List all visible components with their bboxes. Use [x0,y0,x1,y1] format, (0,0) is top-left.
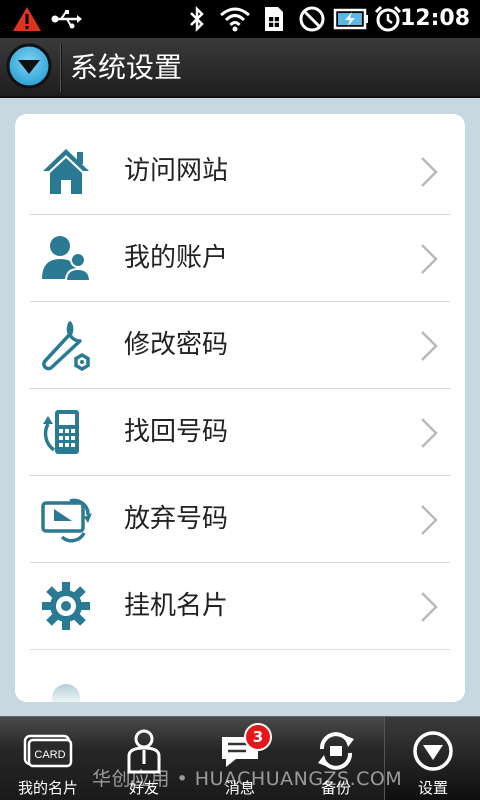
no-sim-icon [296,4,328,34]
card-icon: CARD [23,727,73,775]
tab-label: 设置 [417,779,448,797]
message-badge: 3 [244,723,272,751]
settings-menu-list: 访问网站 我的账户 修改密码 找回号码 放弃号码 挂机名片 [30,128,450,702]
menu-item-visit-website[interactable]: 访问网站 [30,128,450,215]
chevron-right-icon [418,503,440,537]
sim-icon [260,4,288,34]
menu-item-change-password[interactable]: 修改密码 [30,302,450,389]
chevron-right-icon [418,242,440,276]
backup-icon [311,727,361,775]
tab-friends[interactable]: 好友 [96,717,192,800]
friend-icon [119,727,169,775]
title-menu-button[interactable] [0,38,58,98]
status-time: 12:08 [399,6,470,31]
usb-icon [50,4,84,34]
wrench-icon [38,317,94,373]
chevron-right-icon [418,416,440,450]
phone-refresh-icon [38,404,94,460]
bottom-tab-bar: CARD 我的名片 好友 3 消息 备份 设置 [0,716,480,800]
abandon-number-icon [38,491,94,547]
bluetooth-icon [184,4,210,34]
menu-item-my-account[interactable]: 我的账户 [30,215,450,302]
title-bar: 系统设置 [0,38,480,98]
tab-label: 消息 [224,779,255,797]
title-divider [60,44,62,92]
status-bar: 12:08 [0,0,480,38]
menu-item-hangup-card[interactable]: 挂机名片 [30,563,450,650]
home-icon [38,143,94,199]
chevron-down-circle-icon [5,42,53,94]
tab-label: 备份 [320,779,351,797]
content-area: 访问网站 我的账户 修改密码 找回号码 放弃号码 挂机名片 [0,100,480,716]
settings-card: 访问网站 我的账户 修改密码 找回号码 放弃号码 挂机名片 [15,114,465,702]
warning-icon [10,4,44,34]
settings-down-icon [408,727,458,775]
tab-label: 好友 [128,779,159,797]
scroll-fade [15,642,465,702]
card-icon-text: CARD [34,749,65,761]
menu-item-abandon-number[interactable]: 放弃号码 [30,476,450,563]
chevron-right-icon [418,155,440,189]
page-title: 系统设置 [70,51,183,84]
user-account-icon [38,230,94,286]
menu-item-label: 修改密码 [124,330,229,360]
menu-item-label: 访问网站 [124,156,229,186]
menu-item-label: 挂机名片 [124,591,229,621]
tab-label: 我的名片 [17,779,78,797]
tab-my-card[interactable]: CARD 我的名片 [0,717,96,800]
alarm-icon [374,4,402,34]
chevron-right-icon [418,329,440,363]
menu-item-label: 放弃号码 [124,504,229,534]
chevron-right-icon [418,590,440,624]
gear-icon [38,578,94,634]
tab-messages[interactable]: 3 消息 [192,717,288,800]
tab-backup[interactable]: 备份 [288,717,384,800]
menu-item-retrieve-number[interactable]: 找回号码 [30,389,450,476]
battery-charging-icon [332,4,370,34]
tab-settings[interactable]: 设置 [384,717,480,800]
menu-item-label: 找回号码 [124,417,229,447]
menu-item-label: 我的账户 [124,243,229,273]
wifi-icon [218,4,252,34]
